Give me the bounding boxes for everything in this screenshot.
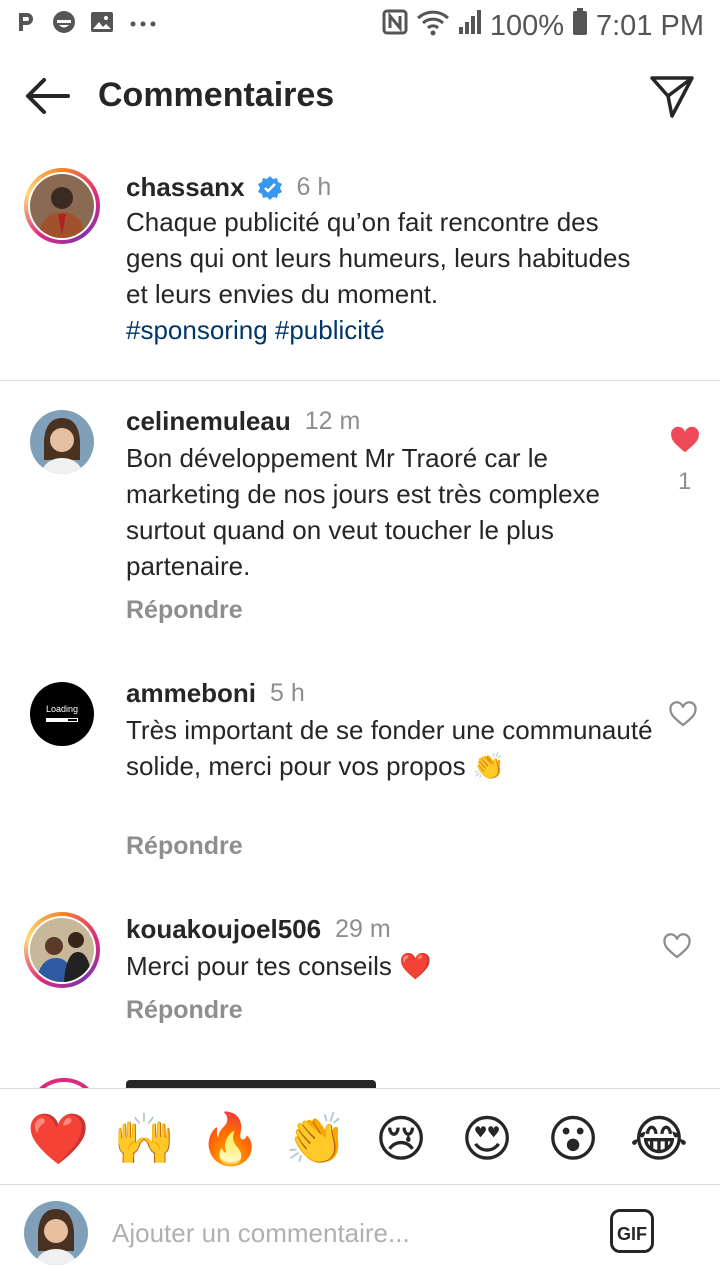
reply-button[interactable]: Répondre <box>126 596 243 625</box>
divider <box>0 380 720 381</box>
emoji-clapping[interactable]: 👏 <box>285 1109 347 1169</box>
comment-meta: kouakoujoel506 29 m <box>126 914 391 945</box>
emoji-reaction-bar: ❤️ 🙌 🔥 👏 😢 😍 😮 😂 <box>0 1088 720 1185</box>
story-ring[interactable] <box>24 168 100 244</box>
avatar <box>30 174 94 238</box>
status-right: 100% 7:01 PM <box>382 8 704 44</box>
reply-button[interactable]: Répondre <box>126 832 243 861</box>
heart-outline-icon[interactable] <box>668 700 698 730</box>
username[interactable]: chassanx <box>126 172 245 203</box>
comment-input-bar: GIF <box>0 1184 720 1281</box>
caption-hashtags[interactable]: #sponsoring #publicité <box>126 315 385 345</box>
clock: 7:01 PM <box>596 9 704 42</box>
status-bar: 100% 7:01 PM <box>0 0 720 48</box>
username[interactable]: kouakoujoel506 <box>126 914 321 945</box>
verified-badge-icon <box>257 175 283 201</box>
avatar <box>30 918 94 982</box>
timestamp: 5 h <box>270 679 305 707</box>
emoji-heart[interactable]: ❤️ <box>27 1109 89 1169</box>
emoji-heart-eyes[interactable]: 😍 <box>457 1109 517 1169</box>
comment-text: Bon développement Mr Traoré car le marke… <box>126 443 600 581</box>
battery-percent: 100% <box>489 9 564 42</box>
emoji-raising-hands[interactable]: 🙌 <box>113 1109 175 1169</box>
battery-icon <box>572 8 588 44</box>
caption-body: Chaque publicité qu’on fait rencontre de… <box>126 207 631 309</box>
face-icon <box>52 10 76 34</box>
gif-button[interactable]: GIF <box>610 1209 654 1253</box>
send-icon[interactable] <box>648 72 696 120</box>
comment-meta: celinemuleau 12 m <box>126 406 360 437</box>
back-arrow-icon[interactable] <box>22 76 72 116</box>
avatar[interactable] <box>30 410 94 474</box>
avatar-loading-text: Loading <box>45 704 79 714</box>
username[interactable]: ammeboni <box>126 678 256 709</box>
timestamp: 29 m <box>335 915 391 943</box>
reply-button[interactable]: Répondre <box>126 996 243 1025</box>
timestamp: 12 m <box>304 407 361 435</box>
heart-filled-icon[interactable] <box>670 426 700 456</box>
app-header: Commentaires <box>0 60 720 132</box>
story-ring[interactable] <box>24 912 100 988</box>
image-icon <box>90 10 114 34</box>
signal-icon <box>458 9 482 43</box>
heart-outline-icon[interactable] <box>662 932 692 962</box>
caption-meta: chassanx 6 h <box>126 172 331 203</box>
comment-item: Loading ammeboni 5 h Très important de s… <box>0 668 720 878</box>
more-dots-icon <box>128 10 156 34</box>
like-count: 1 <box>678 468 692 495</box>
emoji-laughing[interactable]: 😂 <box>629 1109 689 1169</box>
comment-item: kouakoujoel506 29 m Merci pour tes conse… <box>0 904 720 1044</box>
caption-text: Chaque publicité qu’on fait rencontre de… <box>126 204 656 348</box>
comment-input[interactable] <box>110 1209 584 1257</box>
emoji-fire[interactable]: 🔥 <box>199 1109 261 1169</box>
comment-text: Très important de se fonder une communau… <box>126 715 653 781</box>
comment-meta: ammeboni 5 h <box>126 678 305 709</box>
avatar <box>24 1201 88 1265</box>
wifi-icon <box>416 8 450 44</box>
p-icon <box>14 10 38 34</box>
username[interactable]: celinemuleau <box>126 406 291 437</box>
status-left-icons <box>14 10 156 34</box>
comment-text: Merci pour tes conseils ❤️ <box>126 951 432 981</box>
page-title: Commentaires <box>98 76 335 114</box>
nfc-icon <box>382 9 408 43</box>
comment-item: celinemuleau 12 m Bon développement Mr T… <box>0 396 720 636</box>
post-caption: chassanx 6 h Chaque publicité qu’on fait… <box>0 160 720 380</box>
emoji-surprised[interactable]: 😮 <box>543 1109 603 1169</box>
avatar[interactable]: Loading <box>30 682 94 746</box>
emoji-crying[interactable]: 😢 <box>371 1109 431 1169</box>
timestamp: 6 h <box>296 173 332 201</box>
